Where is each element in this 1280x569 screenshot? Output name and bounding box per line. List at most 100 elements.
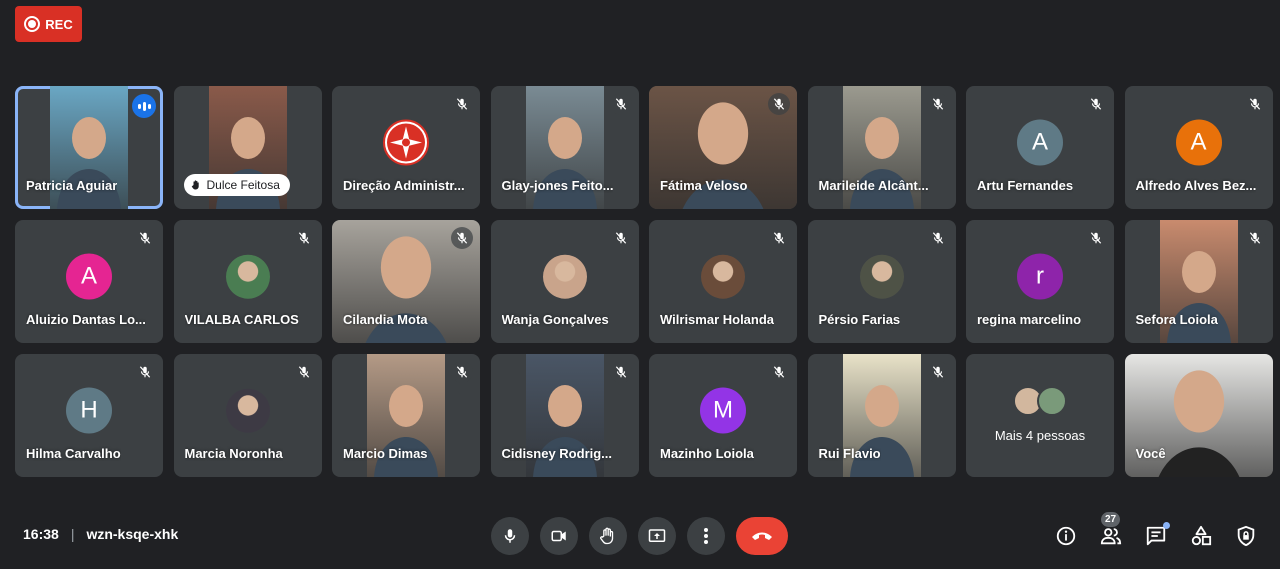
leave-call-button[interactable]: [736, 517, 788, 555]
participant-name: Cilandia Mota: [343, 312, 428, 327]
participant-tile-direcao-administr[interactable]: Direção Administr...: [332, 86, 480, 209]
avatar: [859, 254, 904, 299]
mic-off-icon: [1243, 227, 1266, 249]
more-participants-label: Mais 4 pessoas: [994, 428, 1086, 443]
hand-icon: [191, 180, 199, 190]
participant-tile-marcia-noronha[interactable]: Marcia Noronha: [173, 354, 322, 477]
mic-off-icon: [1245, 94, 1265, 114]
microphone-button[interactable]: [491, 517, 529, 555]
camera-button[interactable]: [540, 517, 578, 555]
avatar-letter: A: [1031, 127, 1048, 155]
meeting-info-separator: |: [70, 526, 75, 542]
participants-button[interactable]: 27: [1099, 512, 1123, 548]
participant-name: Cidisney Rodrig...: [501, 446, 613, 461]
participant-tile-voce[interactable]: Você: [1124, 354, 1273, 477]
raise-hand-icon: [600, 527, 614, 545]
avatar-letter: M: [713, 395, 733, 423]
present-screen-button[interactable]: [638, 517, 676, 555]
participant-name: Dulce Feitosa: [206, 178, 280, 192]
mic-off-icon: [1086, 94, 1106, 114]
shield-lock-icon: [1237, 525, 1255, 547]
participant-tile-dulce-feitosa[interactable]: Dulce Feitosa: [173, 86, 322, 209]
participant-tile-mazinho-loiola[interactable]: M Mazinho Loiola: [649, 354, 797, 477]
participant-tile-alfredo-alves-bez[interactable]: A Alfredo Alves Bez...: [1124, 86, 1273, 209]
meet-stage: REC Patricia Aguiar Dulce Feitosa Direção …: [0, 0, 1280, 569]
avatar: A: [1175, 118, 1222, 165]
mic-off-icon: [769, 362, 789, 382]
new-message-dot: [1163, 522, 1170, 529]
participant-tile-cilandia-mota[interactable]: Cilandia Mota: [332, 220, 480, 343]
chat-button[interactable]: [1144, 522, 1170, 548]
activities-icon: [1191, 525, 1212, 546]
participant-name: Sefora Loiola: [1135, 312, 1218, 327]
participant-tile-wanja-goncalves[interactable]: Wanja Gonçalves: [490, 220, 639, 343]
participants-count-badge: 27: [1101, 512, 1121, 527]
participant-grid: Patricia Aguiar Dulce Feitosa Direção Admi…: [15, 86, 1273, 477]
avatar: [225, 254, 270, 299]
speaking-indicator-icon: [132, 94, 156, 118]
participant-tile-aluizio-dantas-lo[interactable]: A Aluizio Dantas Lo...: [15, 220, 163, 343]
bottom-bar: 16:38 | wzn-ksqe-xhk 27: [0, 511, 1280, 569]
avatar: H: [66, 386, 112, 433]
participant-tile-regina-marcelino[interactable]: r regina marcelino: [966, 220, 1114, 343]
participant-name: Marcio Dimas: [343, 446, 428, 461]
avatar-letter: H: [80, 395, 98, 423]
host-controls-button[interactable]: [1234, 524, 1258, 548]
more-options-icon: [704, 528, 708, 544]
mic-off-icon: [135, 362, 155, 382]
participant-tile-marcio-dimas[interactable]: Marcio Dimas: [332, 354, 480, 477]
participant-tile-vilalba-carlos[interactable]: VILALBA CARLOS: [173, 220, 322, 343]
mic-off-icon: [769, 228, 789, 248]
participant-name: Alfredo Alves Bez...: [1135, 178, 1257, 193]
participant-name: regina marcelino: [977, 312, 1082, 327]
mic-off-icon: [294, 228, 314, 248]
meeting-code[interactable]: wzn-ksqe-xhk: [86, 526, 178, 542]
participant-tile-rui-flavio[interactable]: Rui Flavio: [807, 354, 956, 477]
mic-off-icon: [452, 94, 472, 114]
mic-off-icon: [451, 227, 473, 249]
meeting-details-button[interactable]: [1054, 524, 1078, 548]
recording-label: REC: [45, 16, 73, 32]
participant-name: Você: [1135, 446, 1166, 461]
avatar-letter: A: [1190, 127, 1207, 155]
avatar-letter: r: [1036, 261, 1044, 289]
participant-tile-patricia-aguiar[interactable]: Patricia Aguiar: [15, 86, 163, 209]
mic-off-icon: [928, 228, 948, 248]
participant-tile-mais-4-pessoas[interactable]: Mais 4 pessoas: [966, 354, 1114, 477]
avatar: A: [1017, 118, 1063, 165]
call-controls: [491, 517, 788, 555]
participant-name: Aluizio Dantas Lo...: [26, 312, 146, 327]
participant-tile-persio-farias[interactable]: Pérsio Farias: [807, 220, 956, 343]
meeting-time: 16:38: [23, 526, 59, 542]
leave-call-icon: [752, 532, 772, 540]
present-icon: [648, 529, 666, 542]
participant-tile-fatima-veloso[interactable]: Fátima Veloso: [649, 86, 797, 209]
participant-tile-glay-jones-feito[interactable]: Glay-jones Feito...: [490, 86, 639, 209]
participant-tile-marileide-alcant[interactable]: Marileide Alcânt...: [807, 86, 956, 209]
participant-name: Rui Flavio: [818, 446, 881, 461]
mic-off-icon: [611, 228, 631, 248]
avatar: [701, 254, 745, 299]
raise-hand-button[interactable]: [589, 517, 627, 555]
participant-name: Hilma Carvalho: [26, 446, 121, 461]
participant-name: Wanja Gonçalves: [501, 312, 609, 327]
activities-button[interactable]: [1189, 524, 1213, 548]
mic-off-icon: [609, 361, 632, 383]
participant-tile-cidisney-rodrig[interactable]: Cidisney Rodrig...: [490, 354, 639, 477]
participant-name: VILALBA CARLOS: [184, 312, 299, 327]
avatar: M: [700, 386, 746, 433]
avatar: [225, 388, 270, 433]
participant-name: Artu Fernandes: [977, 178, 1074, 193]
participant-name-pill: Dulce Feitosa: [183, 174, 290, 196]
participant-tile-wilrismar-holanda[interactable]: Wilrismar Holanda: [649, 220, 797, 343]
participant-tile-artu-fernandes[interactable]: A Artu Fernandes: [966, 86, 1114, 209]
participant-name: Direção Administr...: [343, 178, 465, 193]
record-icon: [24, 16, 41, 32]
more-options-button[interactable]: [687, 517, 725, 555]
participant-name: Marcia Noronha: [184, 446, 283, 461]
camera-icon: [551, 530, 566, 542]
mic-icon: [504, 529, 516, 543]
participant-tile-sefora-loiola[interactable]: Sefora Loiola: [1124, 220, 1273, 343]
meeting-info: 16:38 | wzn-ksqe-xhk: [23, 526, 178, 542]
participant-tile-hilma-carvalho[interactable]: H Hilma Carvalho: [15, 354, 163, 477]
